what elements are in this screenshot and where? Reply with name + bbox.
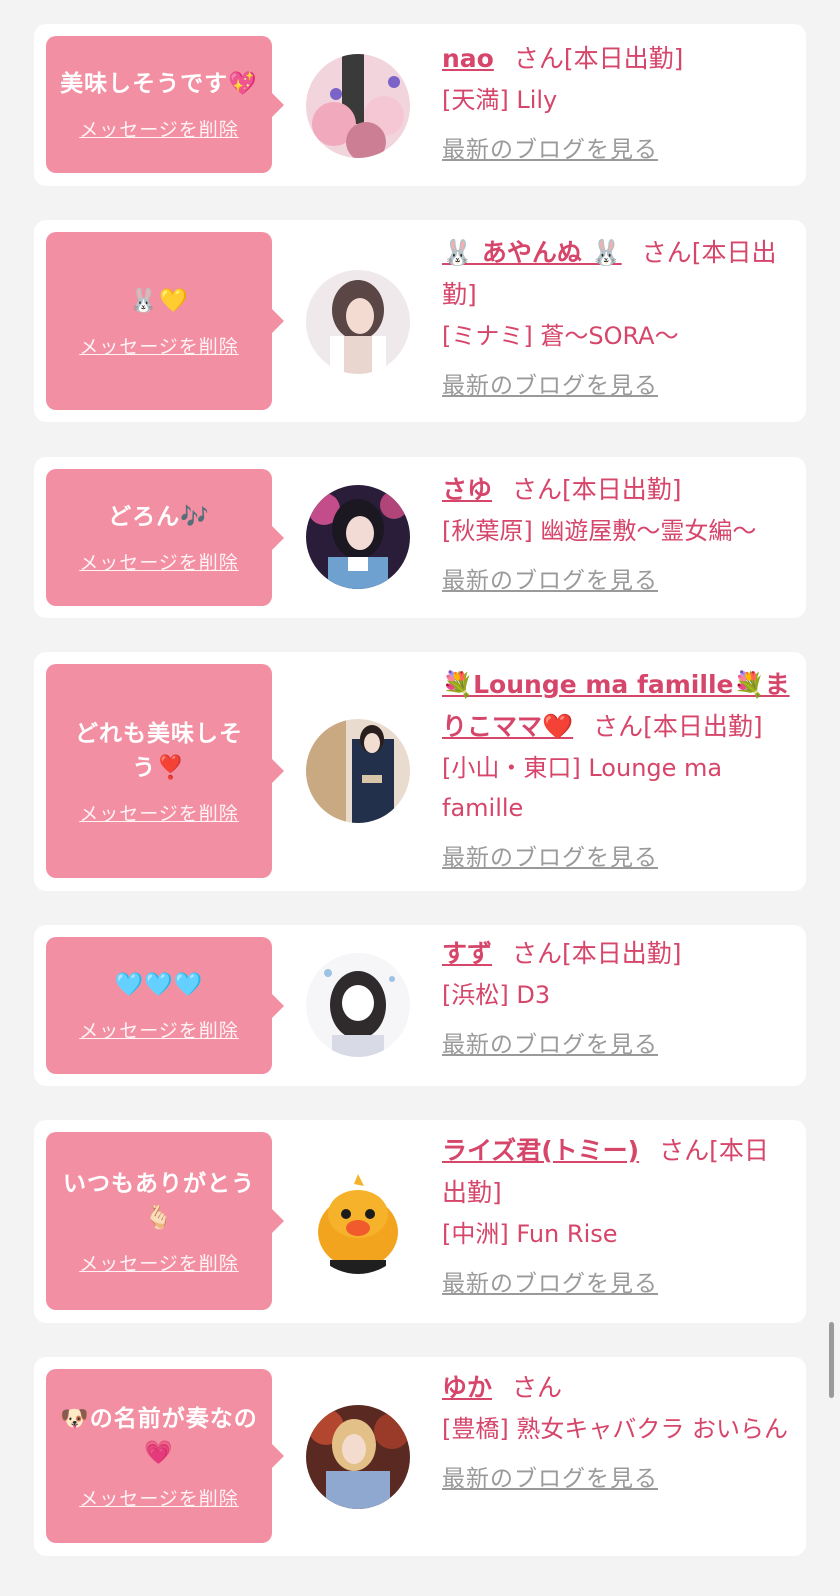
- shop-name: [秋葉原] 幽遊屋敷〜霊女編〜: [442, 517, 757, 545]
- delete-message-link[interactable]: メッセージを削除: [79, 1484, 239, 1511]
- avatar[interactable]: [306, 1170, 410, 1274]
- message-card: いつもありがとう🫰🏻 メッセージを削除 ライズ君(トミー) さん[本日出勤] [中洲] …: [34, 1120, 806, 1323]
- message-bubble: いつもありがとう🫰🏻 メッセージを削除: [46, 1132, 284, 1310]
- avatar[interactable]: [306, 953, 410, 1057]
- name-suffix: さん: [513, 44, 564, 73]
- latest-blog-link[interactable]: 最新のブログを見る: [442, 561, 792, 601]
- message-bubble: 美味しそうです💖 メッセージを削除: [46, 36, 284, 173]
- cast-name-link[interactable]: ライズ君(トミー): [442, 1136, 639, 1165]
- message-card: 🩵🩵🩵 メッセージを削除 すず さん[本日出勤] [浜松] D3 最新のブログを見る: [34, 925, 806, 1086]
- avatar[interactable]: [306, 1405, 410, 1509]
- cast-name-link[interactable]: nao: [442, 44, 494, 73]
- cast-info: 💐Lounge ma famille💐まりこママ❤️ さん[本日出勤] [小山・東口…: [442, 664, 792, 878]
- avatar[interactable]: [306, 54, 410, 158]
- message-bubble: どれも美味しそう❣️ メッセージを削除: [46, 664, 284, 878]
- latest-blog-link[interactable]: 最新のブログを見る: [442, 130, 792, 170]
- name-suffix: さん: [659, 1136, 710, 1165]
- attendance-badge: [本日出勤]: [643, 712, 763, 741]
- shop-name: [浜松] D3: [442, 981, 551, 1009]
- attendance-badge: [本日出勤]: [562, 939, 682, 968]
- message-card: どろん🎶 メッセージを削除 さゆ さん[本日出勤] [秋葉原] 幽遊屋敷〜霊女編〜最新の…: [34, 457, 806, 618]
- message-text: どれも美味しそう❣️: [75, 720, 243, 781]
- message-card: どれも美味しそう❣️ メッセージを削除 💐Lounge ma famille💐まりこ…: [34, 652, 806, 891]
- name-suffix: さん: [593, 712, 644, 741]
- shop-name: [豊橋] 熟女キャバクラ おいらん: [442, 1415, 788, 1443]
- message-text: どろん🎶: [108, 504, 210, 530]
- delete-message-link[interactable]: メッセージを削除: [79, 115, 239, 142]
- name-suffix: さん: [512, 939, 563, 968]
- cast-name-link[interactable]: すず: [442, 939, 492, 968]
- latest-blog-link[interactable]: 最新のブログを見る: [442, 366, 792, 406]
- delete-message-link[interactable]: メッセージを削除: [79, 548, 239, 575]
- message-text: 🐶の名前が奏なの💗: [60, 1405, 258, 1466]
- shop-name: [ミナミ] 蒼〜SORA〜: [442, 322, 679, 350]
- avatar[interactable]: [306, 719, 410, 823]
- cast-name-line: ライズ君(トミー) さん[本日出勤]: [442, 1130, 792, 1214]
- cast-name-line: nao さん[本日出勤]: [442, 38, 792, 80]
- latest-blog-link[interactable]: 最新のブログを見る: [442, 838, 792, 878]
- message-bubble: どろん🎶 メッセージを削除: [46, 469, 284, 606]
- cast-info: 🐰 あやんぬ 🐰 さん[本日出勤] [ミナミ] 蒼〜SORA〜 最新のブログを見る: [442, 232, 792, 406]
- message-card: 美味しそうです💖 メッセージを削除 nao さん[本日出勤] [天満] Lily 最新のブ…: [34, 24, 806, 186]
- cast-name-line: すず さん[本日出勤]: [442, 933, 792, 975]
- delete-message-link[interactable]: メッセージを削除: [79, 799, 239, 826]
- cast-name-line: さゆ さん[本日出勤]: [442, 469, 792, 511]
- cast-name-link[interactable]: ゆか: [442, 1373, 492, 1402]
- cast-name-link[interactable]: さゆ: [442, 475, 492, 504]
- delete-message-link[interactable]: メッセージを削除: [79, 1249, 239, 1276]
- cast-name-line: 🐰 あやんぬ 🐰 さん[本日出勤]: [442, 232, 792, 316]
- cast-info: ライズ君(トミー) さん[本日出勤] [中洲] Fun Rise 最新のブログを見る: [442, 1130, 792, 1304]
- cast-name-link[interactable]: 🐰 あやんぬ 🐰: [442, 238, 622, 267]
- shop-name: [中洲] Fun Rise: [442, 1220, 618, 1248]
- latest-blog-link[interactable]: 最新のブログを見る: [442, 1459, 792, 1499]
- message-bubble: 🐰💛 メッセージを削除: [46, 232, 284, 410]
- message-card: 🐶の名前が奏なの💗 メッセージを削除 ゆか さん [豊橋] 熟女キャバクラ おいらん最新…: [34, 1357, 806, 1556]
- cast-info: すず さん[本日出勤] [浜松] D3 最新のブログを見る: [442, 933, 792, 1065]
- latest-blog-link[interactable]: 最新のブログを見る: [442, 1025, 792, 1065]
- message-text: 🩵🩵🩵: [114, 972, 204, 998]
- message-text: 🐰💛: [129, 287, 189, 314]
- message-text: いつもありがとう🫰🏻: [63, 1170, 255, 1231]
- cast-info: nao さん[本日出勤] [天満] Lily 最新のブログを見る: [442, 38, 792, 170]
- name-suffix: さん: [641, 238, 692, 267]
- message-bubble: 🐶の名前が奏なの💗 メッセージを削除: [46, 1369, 284, 1543]
- cast-name-line: ゆか さん: [442, 1367, 792, 1409]
- attendance-badge: [本日出勤]: [562, 475, 682, 504]
- attendance-badge: [本日出勤]: [563, 44, 684, 73]
- shop-name: [小山・東口] Lounge ma famille: [442, 754, 723, 822]
- shop-name: [天満] Lily: [442, 86, 558, 114]
- name-suffix: さん: [512, 1373, 563, 1402]
- cast-info: さゆ さん[本日出勤] [秋葉原] 幽遊屋敷〜霊女編〜最新のブログを見る: [442, 469, 792, 601]
- message-text: 美味しそうです💖: [60, 71, 258, 97]
- cast-info: ゆか さん [豊橋] 熟女キャバクラ おいらん最新のブログを見る: [442, 1367, 792, 1499]
- message-bubble: 🩵🩵🩵 メッセージを削除: [46, 937, 284, 1074]
- delete-message-link[interactable]: メッセージを削除: [79, 332, 239, 359]
- message-card: 🐰💛 メッセージを削除 🐰 あやんぬ 🐰 さん[本日出勤] [ミナミ] 蒼〜SORA〜最…: [34, 220, 806, 422]
- scrollbar[interactable]: [829, 1322, 834, 1398]
- delete-message-link[interactable]: メッセージを削除: [79, 1016, 239, 1043]
- name-suffix: さん: [512, 475, 563, 504]
- latest-blog-link[interactable]: 最新のブログを見る: [442, 1264, 792, 1304]
- message-list: 美味しそうです💖 メッセージを削除 nao さん[本日出勤] [天満] Lily 最新のブ…: [0, 0, 840, 1596]
- avatar[interactable]: [306, 270, 410, 374]
- avatar[interactable]: [306, 485, 410, 589]
- cast-name-line: 💐Lounge ma famille💐まりこママ❤️ さん[本日出勤]: [442, 664, 792, 748]
